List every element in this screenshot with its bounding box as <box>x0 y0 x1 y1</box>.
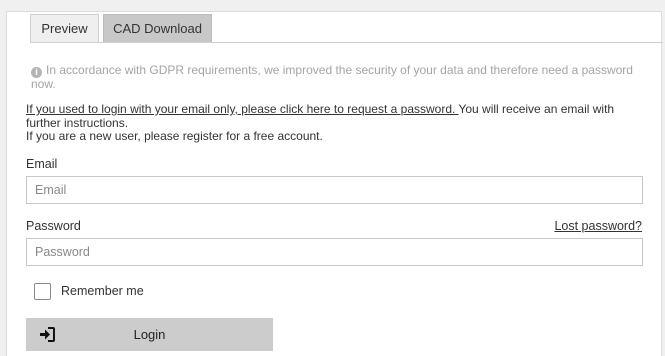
login-label: Login <box>133 327 166 342</box>
password-field[interactable] <box>26 238 643 266</box>
register-text: If you are a new user, please register f… <box>26 129 323 143</box>
tab-bar: Preview CAD Download <box>30 14 663 43</box>
email-label: Email <box>26 157 58 171</box>
download-panel: Preview CAD Download i In accordance with… <box>6 11 663 356</box>
gdpr-notice: i In accordance with GDPR requirements, w… <box>31 64 643 91</box>
tab-cad-download[interactable]: CAD Download <box>103 14 212 42</box>
remember-me-checkbox[interactable] <box>34 282 51 300</box>
tab-preview[interactable]: Preview <box>30 14 99 42</box>
password-label: Password <box>26 219 81 233</box>
email-field[interactable] <box>26 176 643 204</box>
remember-me-label: Remember me <box>61 284 144 298</box>
login-help-message: If you used to login with your email onl… <box>26 102 646 144</box>
lost-password-link[interactable]: Lost password? <box>554 219 642 233</box>
remember-me[interactable]: Remember me <box>34 281 144 301</box>
login-button[interactable]: Login <box>26 318 273 351</box>
request-password-link[interactable]: If you used to login with your email onl… <box>26 102 458 116</box>
gdpr-notice-text: In accordance with GDPR requirements, we… <box>31 63 633 91</box>
